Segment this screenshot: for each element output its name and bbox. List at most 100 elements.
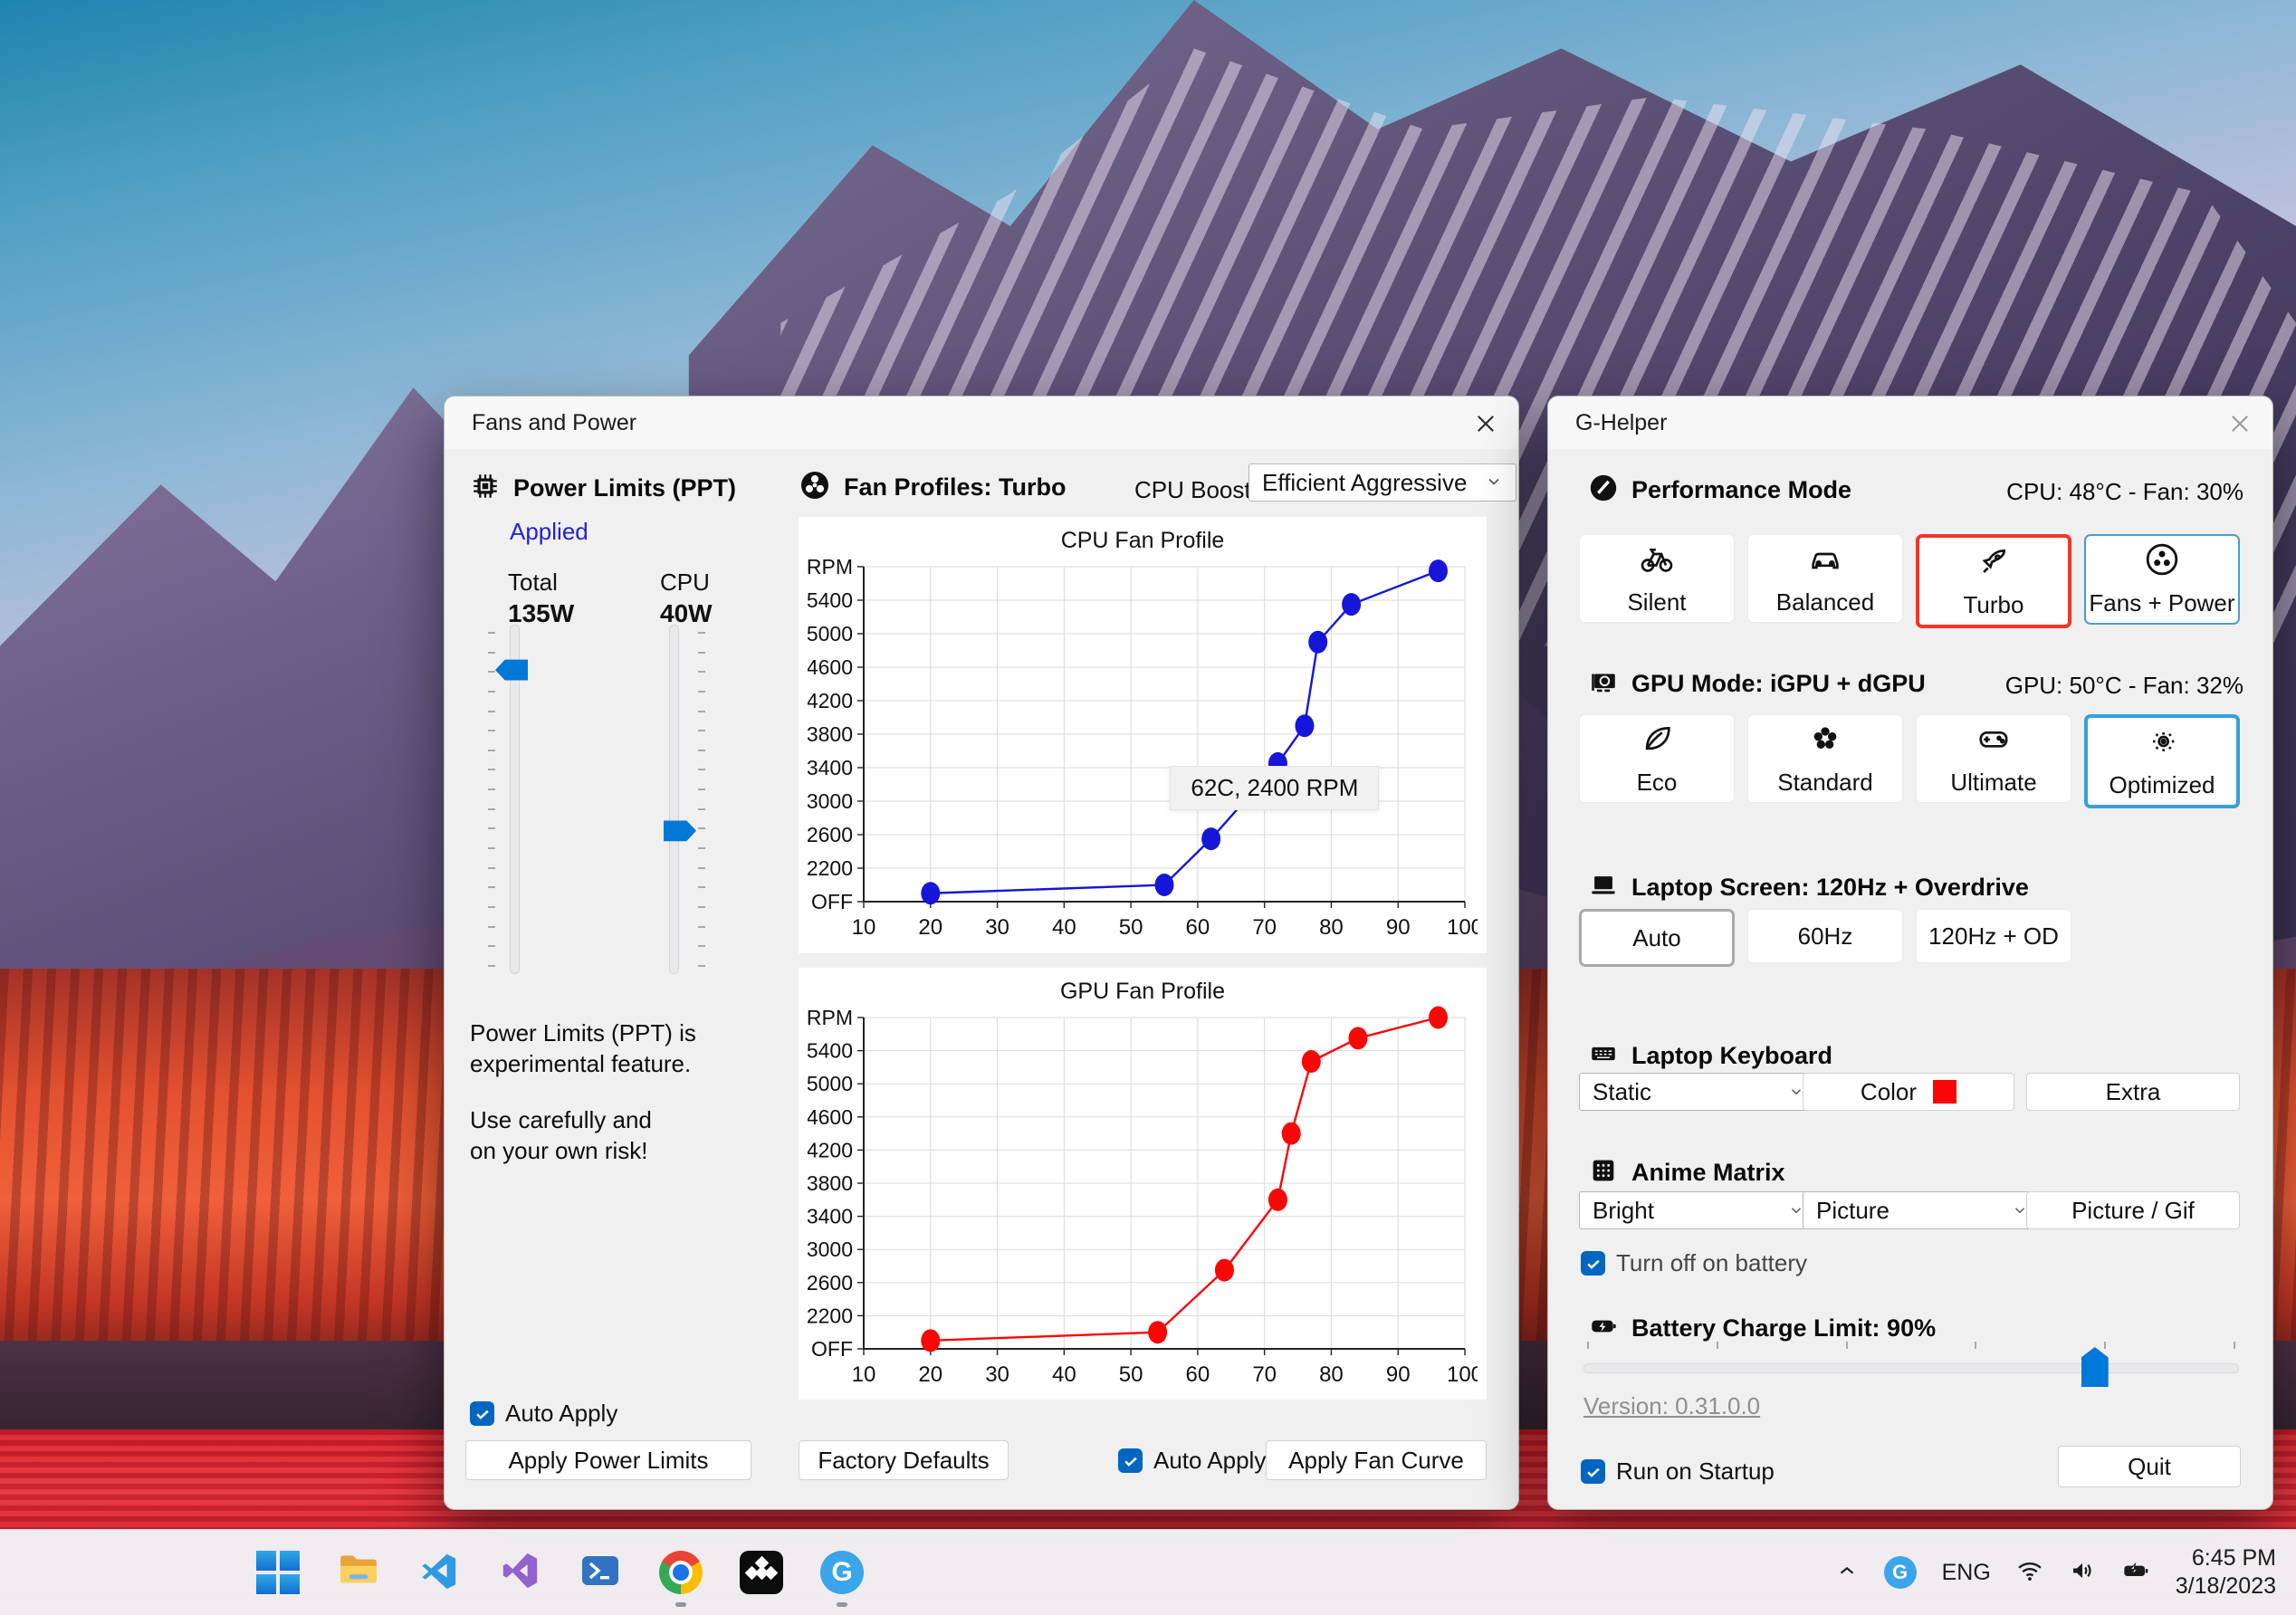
taskbar-icon-chrome[interactable] [657,1549,704,1607]
svg-text:4200: 4200 [808,689,853,712]
svg-text:60: 60 [1186,1362,1210,1387]
gpu-button-standard[interactable]: Standard [1747,714,1903,803]
svg-text:70: 70 [1252,915,1277,940]
performance-button-fans-power[interactable]: Fans + Power [2084,534,2240,625]
screen-button-auto[interactable]: Auto [1579,909,1735,967]
screen-button-60hz[interactable]: 60Hz [1747,909,1903,963]
performance-button-balanced[interactable]: Balanced [1747,534,1903,623]
keyboard-extra-button[interactable]: Extra [2026,1073,2240,1111]
cpu-chart-title: CPU Fan Profile [1060,528,1225,553]
svg-text:80: 80 [1319,1362,1344,1387]
tray-chevron-up-icon[interactable] [1835,1559,1859,1587]
battery-charging-icon[interactable] [2121,1556,2150,1590]
ghelper-close-button[interactable] [2218,403,2262,446]
battery-charge-heading: Battery Charge Limit: 90% [1631,1314,1937,1342]
gpu-fan-curve-plot[interactable]: 10 20 30 40 50 60 70 80 90 100 OFF 2200 2600 3000 3400… [808,1005,1478,1390]
diamonds-app-icon [740,1551,783,1594]
battery-charge-slider[interactable] [1583,1342,2239,1390]
run-on-startup-label: Run on Startup [1616,1457,1775,1485]
fans-close-button[interactable] [1464,403,1507,446]
matrix-icon [1588,1155,1619,1190]
svg-text:30: 30 [985,1362,1009,1387]
laptop-keyboard-heading: Laptop Keyboard [1631,1042,1833,1069]
desktop-screen: Fans and Power Power Limits (PPT) Applie… [0,0,2296,1615]
keyboard-color-button[interactable]: Color [1803,1073,2014,1111]
gpu-button-eco[interactable]: Eco [1579,714,1735,803]
cpu-slider-track[interactable] [669,625,679,974]
tray-ghelper-icon[interactable]: G [1883,1556,1917,1589]
keyboard-icon [1588,1038,1619,1074]
turn-off-on-battery-checkbox[interactable]: Turn off on battery [1581,1249,1807,1277]
keyboard-extra-label: Extra [2105,1077,2161,1105]
fans-window-titlebar[interactable]: Fans and Power [445,397,1518,449]
svg-text:RPM: RPM [808,555,853,578]
svg-text:20: 20 [918,915,942,940]
checkbox-checked-icon [1581,1251,1605,1276]
speaker-icon[interactable] [2069,1557,2096,1589]
cpu-boost-value: Efficient Aggressive [1262,468,1468,496]
power-limits-heading: Power Limits (PPT) [513,474,737,502]
chip-icon [470,471,501,506]
fans-window-title: Fans and Power [472,409,637,435]
svg-text:OFF: OFF [811,890,853,913]
taskbar-icon-start[interactable] [254,1549,301,1596]
keyboard-mode-dropdown[interactable]: Static [1579,1073,1818,1111]
chrome-icon [659,1551,703,1594]
anime-brightness-dropdown[interactable]: Bright [1579,1191,1818,1229]
ghelper-window-title: G-Helper [1575,409,1668,435]
wifi-icon[interactable] [2016,1557,2043,1589]
rocket-icon [1976,543,2012,586]
cpu-boost-dropdown[interactable]: Efficient Aggressive [1248,463,1516,502]
gamepad-icon [1976,721,2012,763]
anime-mode-dropdown[interactable]: Picture [1803,1191,2042,1229]
tray-clock[interactable]: 6:45 PM 3/18/2023 [2176,1544,2276,1601]
gpu-button-optimized[interactable]: Optimized [2084,714,2240,808]
run-on-startup-checkbox[interactable]: Run on Startup [1581,1457,1775,1486]
battery-slider-thumb[interactable] [2081,1347,2109,1387]
svg-text:5400: 5400 [808,588,853,612]
turn-off-on-battery-label: Turn off on battery [1616,1249,1808,1276]
taskbar-icon-ghelper[interactable]: G [818,1549,866,1607]
cpu-power-slider-thumb[interactable] [664,820,696,842]
performance-button-turbo[interactable]: Turbo [1916,534,2071,628]
gpu-mode-buttons: Eco Standard Ultimate Optimized [1579,714,2240,808]
anime-matrix-heading: Anime Matrix [1631,1159,1785,1186]
warning-line-4: on your own risk! [470,1137,648,1164]
taskbar-icon-file-explorer[interactable] [335,1549,382,1596]
taskbar-icon-powershell[interactable] [577,1549,624,1596]
gpu-fan-chart[interactable]: GPU Fan Profile 10 20 30 40 50 60 70 80 90 100 OFF… [799,968,1487,1400]
svg-text:50: 50 [1119,915,1143,940]
cpu-fan-curve-plot[interactable]: 10 20 30 40 50 60 70 80 90 100 OFF 2200 2600 3000 3400… [808,554,1478,943]
tray-language[interactable]: ENG [1942,1560,1991,1586]
apply-power-limits-button[interactable]: Apply Power Limits [465,1440,751,1480]
cpu-fan-chart[interactable]: CPU Fan Profile 10 20 30 40 50 60 70 80 90 100 OFF… [799,517,1487,953]
picture-gif-button[interactable]: Picture / Gif [2026,1191,2240,1229]
cpu-power-slider[interactable] [651,625,707,974]
taskbar-icon-visual-studio[interactable] [496,1549,543,1596]
version-link[interactable]: Version: 0.31.0.0 [1583,1392,1760,1420]
svg-text:2200: 2200 [808,856,853,880]
total-power-slider-thumb[interactable] [495,659,528,681]
auto-apply-fan-checkbox[interactable]: Auto Apply [1118,1447,1266,1475]
taskbar-icon-diamonds-app[interactable] [738,1549,785,1596]
screen-button-label: Auto [1632,923,1681,951]
auto-apply-power-checkbox[interactable]: Auto Apply [470,1400,617,1428]
ghelper-titlebar[interactable]: G-Helper [1548,397,2272,449]
quit-button[interactable]: Quit [2058,1446,2241,1487]
gpu-button-ultimate[interactable]: Ultimate [1916,714,2071,803]
auto-apply-power-label: Auto Apply [505,1400,618,1427]
apply-fan-curve-button[interactable]: Apply Fan Curve [1266,1440,1487,1480]
taskbar-icon-vscode[interactable] [416,1549,463,1596]
performance-button-silent[interactable]: Silent [1579,534,1735,623]
battery-slider-track[interactable] [1583,1363,2239,1373]
gpu-chart-title: GPU Fan Profile [1059,979,1225,1004]
gpu-button-label: Optimized [2109,771,2215,798]
svg-text:2600: 2600 [808,1271,853,1295]
quit-label: Quit [2128,1452,2171,1480]
total-label: Total [508,569,558,596]
chevron-down-icon [1485,469,1503,497]
total-power-slider[interactable] [486,625,542,974]
screen-button-120hz-od[interactable]: 120Hz + OD [1916,909,2071,963]
ghelper-window: G-Helper Performance Mode CPU: 48°C - Fa… [1547,396,2273,1510]
factory-defaults-button[interactable]: Factory Defaults [799,1440,1009,1480]
